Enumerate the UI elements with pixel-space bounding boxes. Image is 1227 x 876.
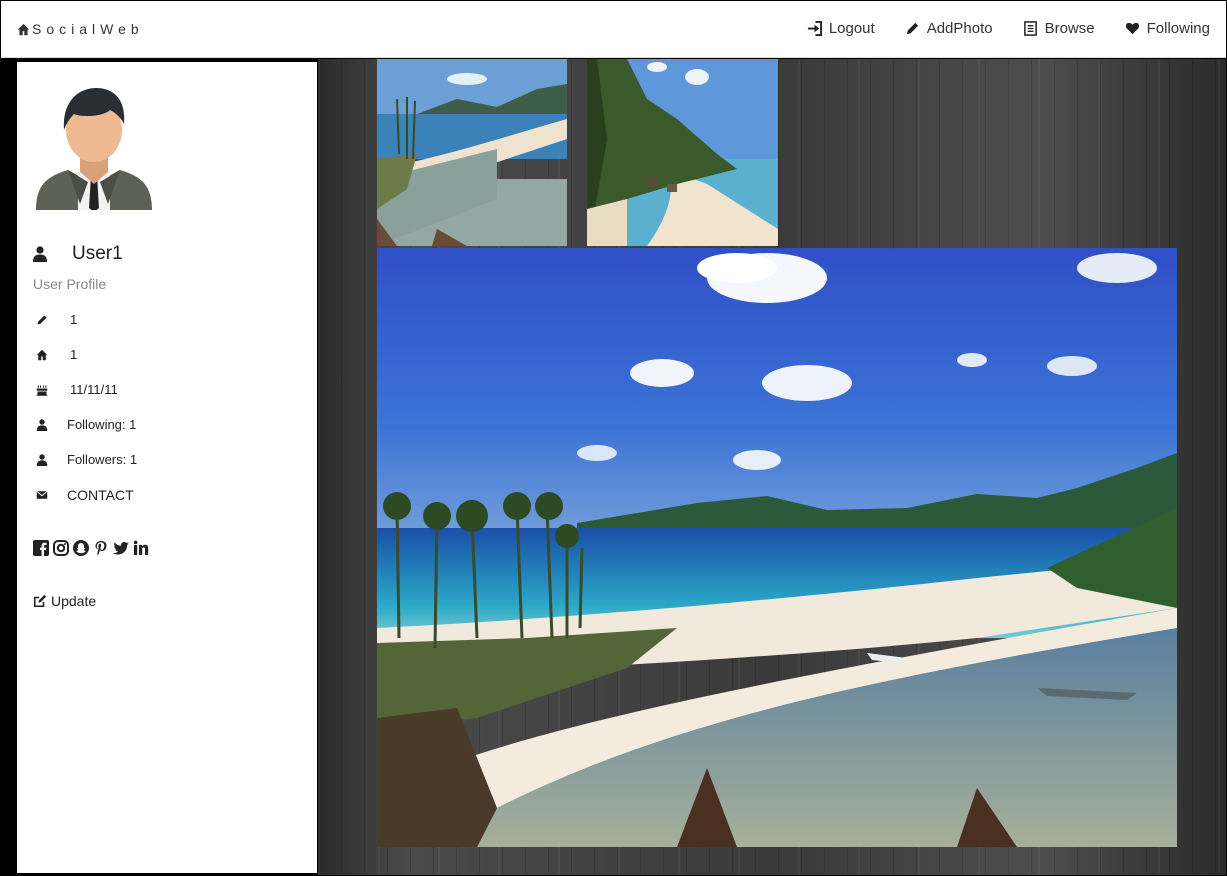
info-row-home: 1 (33, 347, 77, 362)
photo-thumbnail-2[interactable] (587, 59, 778, 246)
snapchat-icon[interactable] (73, 540, 89, 556)
username-row: User1 (33, 243, 123, 265)
pencil-icon (906, 22, 918, 35)
top-navbar: SocialWeb Logout AddPhoto Browse Followi… (1, 1, 1226, 58)
nav-addphoto[interactable]: AddPhoto (905, 20, 993, 37)
social-links (33, 540, 149, 556)
instagram-icon[interactable] (53, 540, 69, 556)
brand-name: SocialWeb (32, 21, 144, 37)
brand-link[interactable]: SocialWeb (17, 21, 144, 37)
update-button[interactable]: Update (33, 593, 96, 609)
nav-following[interactable]: Following (1125, 20, 1210, 37)
profile-sidebar: User1 User Profile 1 1 11/11/11 Followin… (17, 62, 317, 873)
update-label: Update (51, 593, 97, 609)
nav-browse[interactable]: Browse (1023, 20, 1095, 37)
photo-thumbnail-1[interactable] (377, 59, 567, 246)
birthday-cake-icon (36, 385, 48, 396)
nav-addphoto-label: AddPhoto (926, 20, 993, 37)
main-photo[interactable] (377, 248, 1177, 847)
nav-logout-label: Logout (828, 20, 875, 37)
profile-subtitle: User Profile (33, 276, 107, 292)
beach-thumbnail-1 (377, 59, 567, 246)
contact-link[interactable]: CONTACT (33, 487, 134, 503)
info-text-home: 1 (70, 347, 78, 362)
info-text-following: Following: 1 (67, 417, 137, 432)
info-text-followers: Followers: 1 (67, 452, 138, 467)
info-row-birthday: 11/11/11 (33, 382, 118, 397)
linkedin-icon[interactable] (133, 540, 149, 556)
nav-following-label: Following (1146, 20, 1210, 37)
facebook-icon[interactable] (33, 540, 49, 556)
sign-in-icon (807, 21, 822, 36)
user-icon (36, 418, 48, 431)
username: User1 (72, 243, 123, 264)
home-icon (17, 23, 30, 35)
info-row-following: Following: 1 (33, 417, 136, 432)
info-text-pencil: 1 (70, 312, 78, 327)
contact-label: CONTACT (67, 487, 134, 503)
heart-icon (1125, 22, 1139, 35)
user-icon (36, 453, 48, 466)
envelope-icon (36, 490, 48, 499)
nav-menu: Logout AddPhoto Browse Following (807, 20, 1210, 37)
nav-browse-label: Browse (1044, 20, 1095, 37)
twitter-icon[interactable] (113, 540, 129, 556)
beach-photo-large (377, 248, 1177, 847)
nav-logout[interactable]: Logout (807, 20, 875, 37)
photo-feed (318, 59, 1226, 875)
avatar (36, 88, 152, 210)
info-row-pencil: 1 (33, 312, 77, 327)
pinterest-icon[interactable] (93, 540, 109, 556)
home-icon (36, 349, 48, 360)
info-text-birthday: 11/11/11 (70, 382, 118, 397)
list-icon (1023, 21, 1037, 36)
user-icon (33, 246, 47, 262)
beach-thumbnail-2 (587, 59, 778, 246)
info-row-followers: Followers: 1 (33, 452, 137, 467)
pencil-icon (37, 315, 47, 324)
edit-icon (33, 594, 47, 608)
